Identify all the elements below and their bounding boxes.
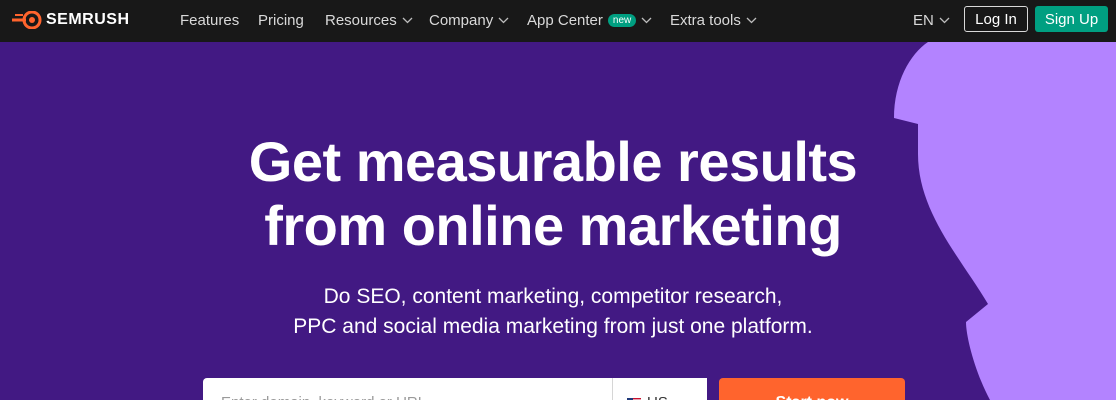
database-selector[interactable]: US	[627, 394, 668, 400]
top-navigation-bar: SEMRUSH Features Pricing Resources Compa…	[0, 0, 1116, 42]
chevron-down-icon	[402, 17, 413, 23]
search-form: US	[203, 378, 707, 400]
nav-resources[interactable]: Resources	[325, 10, 413, 30]
hero-title-line-2: from online marketing	[264, 194, 842, 257]
nav-company[interactable]: Company	[429, 10, 509, 30]
nav-app-center-label: App Center	[527, 11, 603, 29]
hero-title-line-1: Get measurable results	[248, 130, 858, 193]
nav-company-label: Company	[429, 11, 494, 29]
nav-features-label: Features	[180, 11, 240, 29]
hero-title: Get measurable results from online marke…	[158, 130, 948, 258]
nav-resources-label: Resources	[325, 11, 397, 29]
hero-subtitle-line-2: PPC and social media marketing from just…	[293, 315, 813, 338]
nav-pricing[interactable]: Pricing	[258, 10, 304, 30]
database-label: US	[647, 394, 668, 400]
chevron-down-icon	[641, 17, 652, 23]
semrush-logo-icon	[12, 11, 42, 29]
hero-subtitle: Do SEO, content marketing, competitor re…	[200, 282, 906, 342]
chevron-down-icon	[498, 17, 509, 23]
new-badge: new	[607, 13, 637, 27]
language-label: EN	[913, 11, 934, 29]
nav-extra-tools-label: Extra tools	[670, 11, 741, 29]
nav-app-center[interactable]: App Center new	[527, 10, 652, 30]
brand-name: SEMRUSH	[46, 11, 130, 28]
start-now-button[interactable]: Start now	[719, 378, 905, 400]
search-input[interactable]	[221, 394, 601, 400]
chevron-down-icon	[746, 17, 757, 23]
signup-button[interactable]: Sign Up	[1035, 6, 1108, 32]
hero-subtitle-line-1: Do SEO, content marketing, competitor re…	[323, 285, 783, 308]
semrush-logo[interactable]: SEMRUSH	[12, 9, 130, 31]
language-selector[interactable]: EN	[913, 10, 950, 30]
nav-features[interactable]: Features	[180, 10, 239, 30]
login-button[interactable]: Log In	[964, 6, 1028, 32]
search-divider	[612, 378, 613, 400]
nav-extra-tools[interactable]: Extra tools	[670, 10, 757, 30]
nav-pricing-label: Pricing	[258, 11, 304, 29]
chevron-down-icon	[939, 17, 950, 23]
